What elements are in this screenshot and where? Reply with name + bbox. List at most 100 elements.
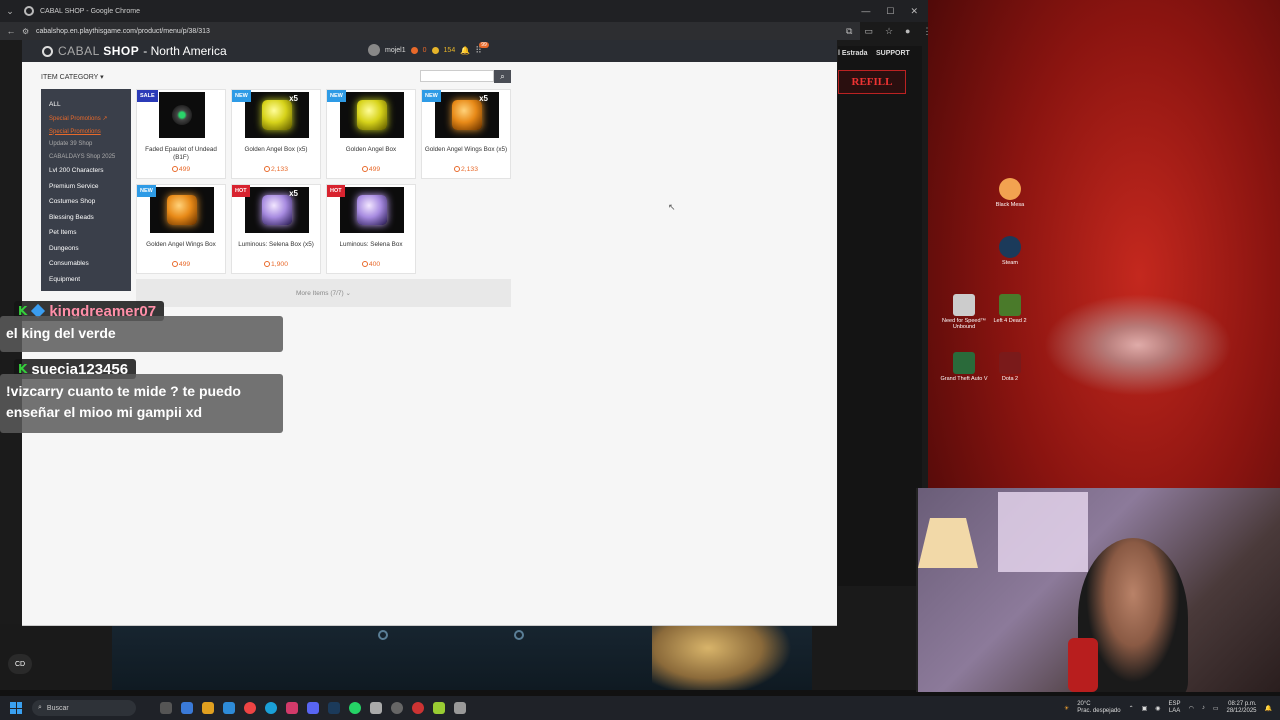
product-name: Golden Angel Box [345, 146, 397, 153]
sidebar-item-all[interactable]: ALL [41, 97, 131, 113]
user-avatar-icon[interactable] [368, 44, 380, 56]
product-thumbnail [340, 92, 404, 138]
weather-widget[interactable]: 20°C Prac. despejado [1077, 701, 1120, 715]
more-items-button[interactable]: More Items (7/7) ⌄ [136, 279, 511, 307]
windows-start-icon[interactable] [10, 702, 22, 714]
product-card[interactable]: NEW x5 Golden Angel Wings Box (x5) 2,133 [421, 89, 511, 179]
product-card[interactable]: HOT Luminous: Selena Box 400 [326, 184, 416, 274]
chevron-up-icon[interactable]: ⌃ [1129, 705, 1134, 712]
whatsapp-icon[interactable] [349, 702, 361, 714]
sidebar-item-blessing[interactable]: Blessing Beads [41, 210, 131, 226]
lang-a: ESP [1168, 701, 1181, 707]
sidebar-item-premium[interactable]: Premium Service [41, 179, 131, 195]
price-value: 499 [178, 166, 191, 173]
profile-icon[interactable]: ● [905, 26, 910, 37]
captions-button[interactable]: CD [8, 654, 32, 674]
chrome-icon[interactable] [244, 702, 256, 714]
tray-icon[interactable]: ▣ [1142, 705, 1148, 712]
black-mesa-icon [999, 178, 1021, 200]
search-button[interactable]: ⌕ [494, 70, 511, 83]
product-thumbnail [340, 187, 404, 233]
menu-dots-icon[interactable]: ⋮ [922, 26, 931, 37]
sidebar-item-equipment[interactable]: Equipment [41, 272, 131, 288]
sale-badge: SALE [137, 90, 158, 102]
chrome-profile-icon[interactable] [412, 702, 424, 714]
taskbar-search-label: Buscar [46, 704, 69, 712]
notification-icon[interactable]: 🔔 [1265, 705, 1272, 712]
cast-icon[interactable]: ▭ [864, 26, 873, 37]
nfs-icon [953, 294, 975, 316]
discord-icon[interactable] [307, 702, 319, 714]
minimize-icon[interactable]: — [861, 6, 870, 16]
app-icon[interactable] [286, 702, 298, 714]
tray-icon[interactable]: ◉ [1155, 705, 1160, 712]
product-card[interactable]: SALE Faded Epaulet of Undead (B1F) 499 [136, 89, 226, 179]
sidebar-item-cabaldays[interactable]: CABALDAYS Shop 2025 [41, 151, 131, 164]
product-card[interactable]: NEW Golden Angel Box 499 [326, 89, 416, 179]
url-text[interactable]: cabalshop.en.playthisgame.com/product/me… [36, 28, 210, 35]
epaulet-icon [172, 105, 192, 125]
volume-icon[interactable]: ♪ [1202, 705, 1205, 711]
sidebar-item-special-promotions[interactable]: Special Promotions ↗ [41, 113, 131, 126]
copilot-icon[interactable] [181, 702, 193, 714]
wings-box-icon [167, 195, 197, 225]
taskbar-search[interactable]: ⌕ Buscar [32, 700, 136, 716]
back-arrow-icon[interactable]: ← [0, 26, 22, 36]
grid-badge: 99 [479, 41, 489, 48]
bell-icon[interactable]: 🔔 [460, 46, 470, 55]
sidebar-item-dungeons[interactable]: Dungeons [41, 241, 131, 257]
username[interactable]: mojel1 [385, 47, 406, 54]
webcam-poster [998, 492, 1088, 572]
menu-grid-icon[interactable]: ⠿ 99 [475, 41, 489, 56]
new-badge: NEW [137, 185, 156, 197]
search-input[interactable] [420, 70, 494, 82]
maximize-icon[interactable]: ☐ [886, 6, 894, 17]
sidebar-item-update-shop[interactable]: Update 39 Shop [41, 138, 131, 151]
product-card[interactable]: NEW Golden Angel Wings Box 499 [136, 184, 226, 274]
category-dropdown[interactable]: ITEM CATEGORY ▾ [41, 73, 104, 81]
taskbar: ⌕ Buscar ☀ 20°C Prac. despejado ⌃ ▣ ◉ ESP L… [0, 696, 1280, 720]
url-bar: ← ⚙ cabalshop.en.playthisgame.com/produc… [0, 22, 860, 40]
chevron-down-icon[interactable]: ⌄ [0, 6, 20, 17]
coins-b: 154 [443, 46, 456, 54]
desktop-icon-dota2[interactable]: Dota 2 [982, 352, 1038, 382]
sidebar-item-lvl200[interactable]: Lvl 200 Characters [41, 163, 131, 179]
obs-icon[interactable] [391, 702, 403, 714]
product-thumbnail [245, 92, 309, 138]
sidebar-item-consumables[interactable]: Consumables [41, 256, 131, 272]
close-icon[interactable]: ✕ [910, 6, 918, 17]
clock[interactable]: 08:27 p.m. 28/12/2025 [1226, 701, 1256, 715]
quantity-badge: x5 [289, 189, 298, 198]
kick-app-icon[interactable] [370, 702, 382, 714]
extension-icon[interactable]: ⧉ [846, 26, 852, 37]
sidebar-item-label: Special Promotions [49, 116, 101, 122]
product-price: 1,900 [232, 261, 320, 268]
shop-logo[interactable]: CABAL SHOP [58, 44, 139, 58]
dota2-icon [999, 352, 1021, 374]
file-explorer-icon[interactable] [202, 702, 214, 714]
store-icon[interactable] [223, 702, 235, 714]
steam-icon[interactable] [328, 702, 340, 714]
product-card[interactable]: HOT x5 Luminous: Selena Box (x5) 1,900 [231, 184, 321, 274]
bookmark-icon[interactable]: ☆ [885, 26, 893, 37]
edge-icon[interactable] [265, 702, 277, 714]
weather-desc: Prac. despejado [1077, 708, 1121, 714]
sidebar-subitem-special-promotions[interactable]: Special Promotions [41, 126, 131, 139]
gta-icon [953, 352, 975, 374]
wifi-icon[interactable]: ◠ [1189, 705, 1194, 712]
ecoin-icon [361, 261, 368, 267]
site-settings-icon[interactable]: ⚙ [22, 27, 36, 36]
desktop-icon-black-mesa[interactable]: Black Mesa [982, 178, 1038, 208]
product-card[interactable]: NEW x5 Golden Angel Box (x5) 2,133 [231, 89, 321, 179]
calculator-icon[interactable] [454, 702, 466, 714]
gold-box-icon [262, 100, 292, 130]
app-icon[interactable] [433, 702, 445, 714]
ecoin-icon [361, 166, 368, 172]
task-view-icon[interactable] [160, 702, 172, 714]
battery-icon[interactable]: ▭ [1213, 705, 1219, 712]
sidebar-item-costumes[interactable]: Costumes Shop [41, 194, 131, 210]
language-indicator[interactable]: ESP LAA [1169, 701, 1181, 715]
desktop-icon-steam[interactable]: Steam [982, 236, 1038, 266]
sidebar-item-pet[interactable]: Pet Items [41, 225, 131, 241]
desktop-icon-l4d2[interactable]: Left 4 Dead 2 [982, 294, 1038, 324]
